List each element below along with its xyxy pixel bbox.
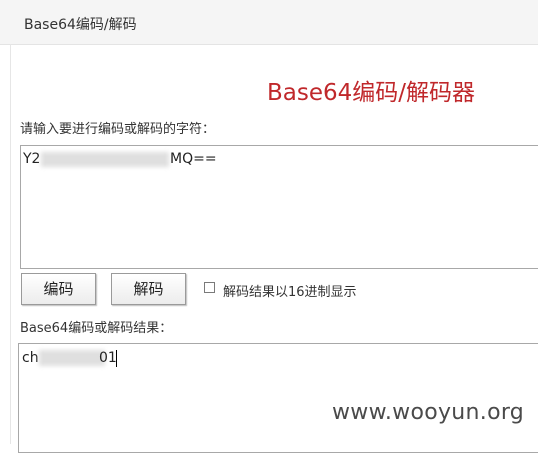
input-label: 请输入要进行编码或解码的字符：	[20, 122, 216, 137]
watermark: www.wooyun.org	[332, 400, 525, 425]
result-text-start: ch	[22, 350, 39, 366]
input-text-end: MQ==	[170, 151, 217, 167]
page-title: Base64编码/解码器	[267, 80, 476, 106]
window-header: Base64编码/解码	[0, 0, 538, 45]
result-text-end: 01	[99, 350, 117, 366]
result-textarea[interactable]: ch 01	[18, 343, 538, 453]
header-title: Base64编码/解码	[24, 17, 137, 33]
redaction-mask	[39, 350, 105, 366]
hex-display-label: 解码结果以16进制显示	[223, 285, 357, 300]
left-divider	[10, 44, 11, 444]
decode-button[interactable]: 解码	[111, 273, 186, 305]
text-cursor	[116, 350, 117, 367]
result-label: Base64编码或解码结果：	[20, 321, 173, 336]
input-textarea[interactable]: Y2 MQ==	[20, 145, 538, 269]
input-text-start: Y2	[23, 151, 41, 167]
hex-display-checkbox[interactable]	[204, 282, 215, 293]
encode-button[interactable]: 编码	[21, 273, 96, 305]
redaction-mask	[41, 152, 169, 167]
